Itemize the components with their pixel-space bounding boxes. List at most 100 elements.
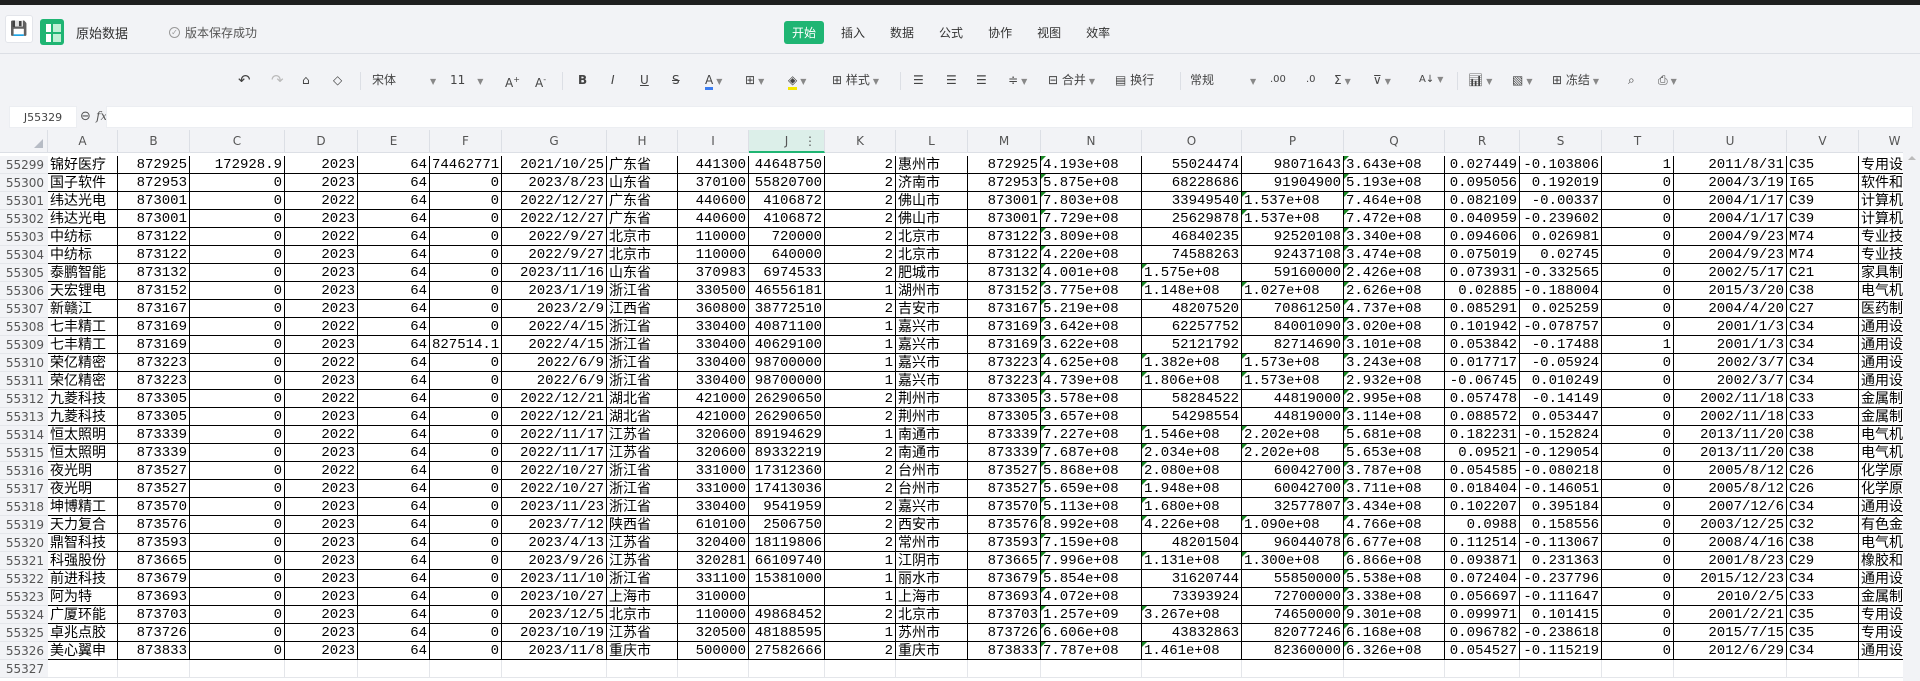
cell-t55309[interactable]: 1 bbox=[1602, 336, 1674, 354]
cell-p55309[interactable]: 82714690 bbox=[1242, 336, 1344, 354]
cell-t55306[interactable]: 0 bbox=[1602, 282, 1674, 300]
cell-f55326[interactable]: 0 bbox=[430, 642, 502, 660]
cell-w55310[interactable]: 通用设 bbox=[1859, 354, 1903, 372]
cell-s55314[interactable]: -0.152824 bbox=[1520, 426, 1602, 444]
cell-p55327[interactable] bbox=[1242, 660, 1344, 678]
cell-b55308[interactable]: 873169 bbox=[118, 318, 190, 336]
cell-b55310[interactable]: 873223 bbox=[118, 354, 190, 372]
cell-w55303[interactable]: 专业技 bbox=[1859, 228, 1903, 246]
cell-p55311[interactable]: 1.573e+08 bbox=[1242, 372, 1344, 390]
cell-w55299[interactable]: 专用设 bbox=[1859, 156, 1903, 174]
row-header[interactable]: 55309 bbox=[0, 336, 48, 354]
cell-v55321[interactable]: C29 bbox=[1787, 552, 1859, 570]
cell-k55319[interactable]: 2 bbox=[825, 516, 896, 534]
cell-f55317[interactable]: 0 bbox=[430, 480, 502, 498]
cell-k55317[interactable]: 2 bbox=[825, 480, 896, 498]
cell-e55325[interactable]: 64 bbox=[358, 624, 430, 642]
cell-q55308[interactable]: 3.020e+08 bbox=[1344, 318, 1445, 336]
cell-f55325[interactable]: 0 bbox=[430, 624, 502, 642]
row-header[interactable]: 55314 bbox=[0, 426, 48, 444]
cell-c55309[interactable]: 0 bbox=[190, 336, 285, 354]
cell-j55309[interactable]: 40629100 bbox=[749, 336, 825, 354]
cell-p55322[interactable]: 55850000 bbox=[1242, 570, 1344, 588]
cell-f55302[interactable]: 0 bbox=[430, 210, 502, 228]
cell-b55307[interactable]: 873167 bbox=[118, 300, 190, 318]
cell-u55310[interactable]: 2002/3/7 bbox=[1674, 354, 1787, 372]
cell-t55315[interactable]: 0 bbox=[1602, 444, 1674, 462]
cell-p55312[interactable]: 44819000 bbox=[1242, 390, 1344, 408]
cell-a55300[interactable]: 国子软件 bbox=[48, 174, 118, 192]
cell-h55324[interactable]: 北京市 bbox=[607, 606, 678, 624]
cell-q55303[interactable]: 3.340e+08 bbox=[1344, 228, 1445, 246]
cell-q55327[interactable] bbox=[1344, 660, 1445, 678]
cell-j55303[interactable]: 720000 bbox=[749, 228, 825, 246]
name-box[interactable]: J55329 bbox=[9, 106, 77, 128]
cell-j55325[interactable]: 48188595 bbox=[749, 624, 825, 642]
tab-efficiency[interactable]: 效率 bbox=[1078, 21, 1118, 44]
cell-d55304[interactable]: 2023 bbox=[285, 246, 358, 264]
column-header-i[interactable]: I bbox=[678, 130, 749, 153]
cell-f55306[interactable]: 0 bbox=[430, 282, 502, 300]
cell-e55317[interactable]: 64 bbox=[358, 480, 430, 498]
cell-g55301[interactable]: 2022/12/27 bbox=[502, 192, 607, 210]
cell-b55312[interactable]: 873305 bbox=[118, 390, 190, 408]
cell-t55323[interactable]: 0 bbox=[1602, 588, 1674, 606]
cell-m55323[interactable]: 873693 bbox=[968, 588, 1041, 606]
row-header[interactable]: 55300 bbox=[0, 174, 48, 192]
cell-w55309[interactable]: 通用设 bbox=[1859, 336, 1903, 354]
cell-u55303[interactable]: 2004/9/23 bbox=[1674, 228, 1787, 246]
cell-o55322[interactable]: 31620744 bbox=[1142, 570, 1242, 588]
cell-i55324[interactable]: 110000 bbox=[678, 606, 749, 624]
cell-o55313[interactable]: 54298554 bbox=[1142, 408, 1242, 426]
cell-s55320[interactable]: -0.113067 bbox=[1520, 534, 1602, 552]
cell-v55312[interactable]: C33 bbox=[1787, 390, 1859, 408]
cell-h55301[interactable]: 广东省 bbox=[607, 192, 678, 210]
cell-b55314[interactable]: 873339 bbox=[118, 426, 190, 444]
cell-r55324[interactable]: 0.099971 bbox=[1445, 606, 1520, 624]
cell-h55315[interactable]: 江苏省 bbox=[607, 444, 678, 462]
cell-a55305[interactable]: 泰鹏智能 bbox=[48, 264, 118, 282]
cell-d55306[interactable]: 2023 bbox=[285, 282, 358, 300]
cell-r55326[interactable]: 0.054527 bbox=[1445, 642, 1520, 660]
border-icon[interactable]: ⊞ ▼ bbox=[745, 71, 764, 91]
tab-home[interactable]: 开始 bbox=[784, 21, 825, 44]
font-color-icon[interactable]: A ▼ bbox=[705, 71, 722, 91]
cell-i55323[interactable]: 310000 bbox=[678, 588, 749, 606]
cell-o55304[interactable]: 74588263 bbox=[1142, 246, 1242, 264]
cell-b55319[interactable]: 873576 bbox=[118, 516, 190, 534]
row-header[interactable]: 55319 bbox=[0, 516, 48, 534]
cell-g55319[interactable]: 2023/7/12 bbox=[502, 516, 607, 534]
cell-n55313[interactable]: 3.657e+08 bbox=[1041, 408, 1142, 426]
cell-m55299[interactable]: 872925 bbox=[968, 156, 1041, 174]
cell-p55325[interactable]: 82077246 bbox=[1242, 624, 1344, 642]
cell-p55326[interactable]: 82360000 bbox=[1242, 642, 1344, 660]
cell-i55302[interactable]: 440600 bbox=[678, 210, 749, 228]
cell-w55315[interactable]: 电气机 bbox=[1859, 444, 1903, 462]
cell-j55317[interactable]: 17413036 bbox=[749, 480, 825, 498]
cell-c55302[interactable]: 0 bbox=[190, 210, 285, 228]
cell-u55327[interactable] bbox=[1674, 660, 1787, 678]
cell-q55315[interactable]: 5.653e+08 bbox=[1344, 444, 1445, 462]
row-header[interactable]: 55305 bbox=[0, 264, 48, 282]
cell-n55310[interactable]: 4.625e+08 bbox=[1041, 354, 1142, 372]
cell-j55301[interactable]: 4106872 bbox=[749, 192, 825, 210]
cell-b55321[interactable]: 873665 bbox=[118, 552, 190, 570]
cell-k55299[interactable]: 2 bbox=[825, 156, 896, 174]
cell-n55305[interactable]: 4.001e+08 bbox=[1041, 264, 1142, 282]
cell-q55323[interactable]: 3.338e+08 bbox=[1344, 588, 1445, 606]
cell-o55299[interactable]: 55024474 bbox=[1142, 156, 1242, 174]
cell-i55327[interactable] bbox=[678, 660, 749, 678]
cell-v55302[interactable]: C39 bbox=[1787, 210, 1859, 228]
cell-f55310[interactable]: 0 bbox=[430, 354, 502, 372]
cell-n55303[interactable]: 3.809e+08 bbox=[1041, 228, 1142, 246]
cell-c55323[interactable]: 0 bbox=[190, 588, 285, 606]
cell-e55316[interactable]: 64 bbox=[358, 462, 430, 480]
cell-o55301[interactable]: 33949540 bbox=[1142, 192, 1242, 210]
cell-q55299[interactable]: 3.643e+08 bbox=[1344, 156, 1445, 174]
cell-m55321[interactable]: 873665 bbox=[968, 552, 1041, 570]
cell-e55310[interactable]: 64 bbox=[358, 354, 430, 372]
italic-icon[interactable]: I bbox=[611, 71, 615, 89]
cell-n55314[interactable]: 7.227e+08 bbox=[1041, 426, 1142, 444]
cell-k55312[interactable]: 2 bbox=[825, 390, 896, 408]
cell-o55312[interactable]: 58284522 bbox=[1142, 390, 1242, 408]
